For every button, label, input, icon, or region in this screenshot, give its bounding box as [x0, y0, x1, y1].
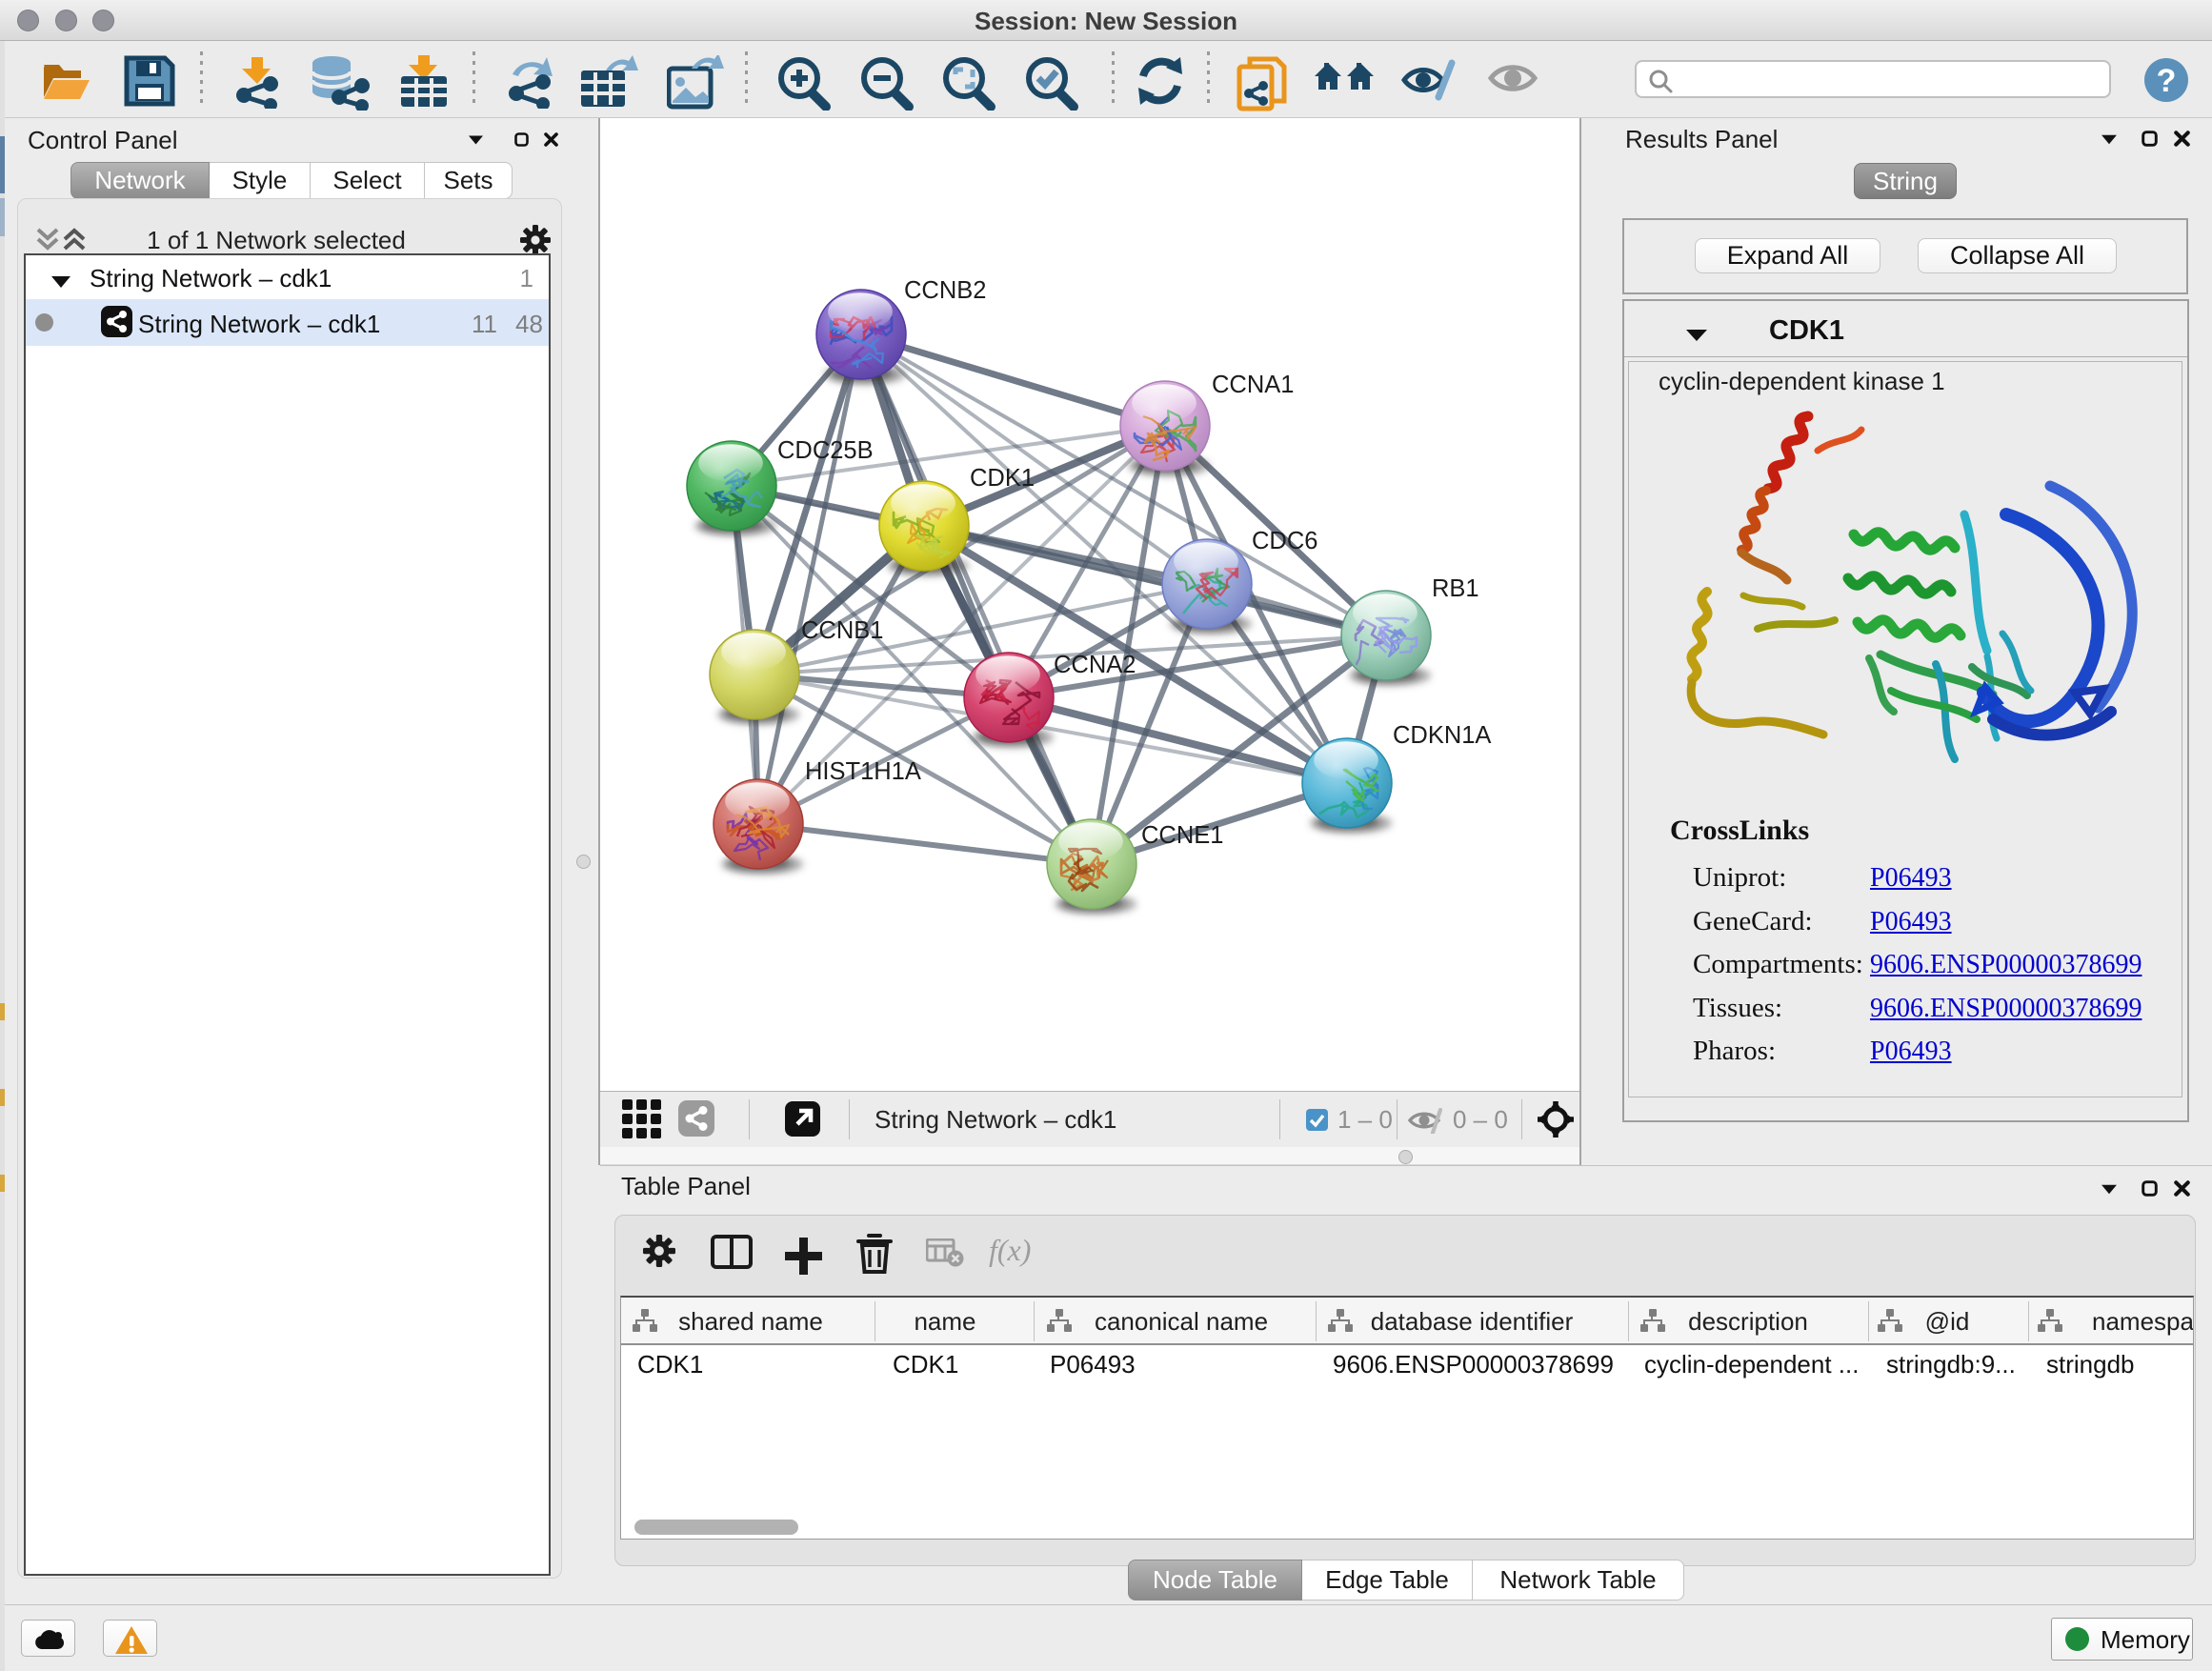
svg-text:CCNA2: CCNA2 [1054, 652, 1136, 678]
svg-text:CDK1: CDK1 [970, 465, 1035, 492]
svg-text:HIST1H1A: HIST1H1A [805, 758, 921, 785]
svg-text:RB1: RB1 [1432, 575, 1479, 602]
svg-text:CCNB2: CCNB2 [904, 277, 986, 304]
svg-text:?: ? [2157, 63, 2177, 99]
svg-text:CCNE1: CCNE1 [1141, 822, 1223, 849]
svg-text:CDC25B: CDC25B [777, 437, 874, 464]
svg-text:CDKN1A: CDKN1A [1393, 722, 1491, 749]
svg-text:CDC6: CDC6 [1252, 528, 1317, 554]
svg-text:CCNA1: CCNA1 [1212, 372, 1294, 398]
svg-text:CCNB1: CCNB1 [801, 617, 883, 644]
